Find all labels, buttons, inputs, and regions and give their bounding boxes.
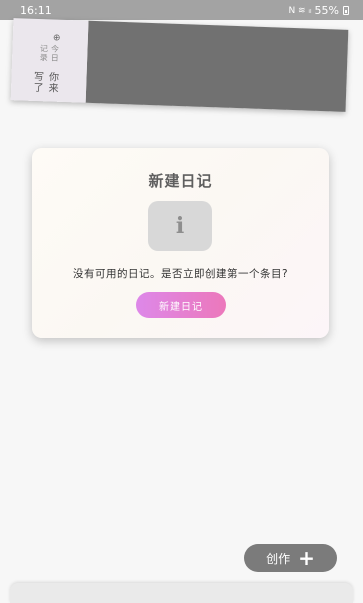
banner-subtitle: 今日记录: [39, 43, 60, 63]
new-diary-dialog: 新建日记 i 没有可用的日记。是否立即创建第一个条目? 新建日记: [32, 148, 329, 338]
battery-percent: 55%: [314, 4, 339, 17]
banner-image: [85, 20, 349, 112]
dialog-message: 没有可用的日记。是否立即创建第一个条目?: [72, 268, 289, 280]
banner-card: ⊕ 今日记录 你来写了: [10, 18, 89, 103]
status-time: 16:11: [20, 4, 52, 17]
status-bar: 16:11 N ≋ ᵢₗ 55%: [0, 0, 363, 20]
signal-icon: N ≋ ᵢₗ: [288, 5, 312, 16]
plus-icon: +: [298, 546, 315, 570]
battery-icon: [343, 6, 349, 15]
create-diary-button[interactable]: 新建日记: [136, 292, 226, 318]
diary-banner[interactable]: ⊕ 今日记录 你来写了: [10, 18, 349, 112]
info-icon: i: [148, 201, 212, 251]
banner-logo-icon: ⊕: [50, 33, 62, 42]
create-button-label: 创作: [266, 551, 291, 566]
status-icons: N ≋ ᵢₗ 55%: [288, 4, 349, 17]
create-button[interactable]: 创作 +: [244, 544, 337, 572]
banner-text: ⊕ 今日记录 你来写了: [29, 33, 61, 102]
banner-title: 你来写了: [30, 70, 58, 94]
dialog-title: 新建日记: [148, 172, 213, 190]
bottom-sheet[interactable]: [10, 583, 353, 603]
